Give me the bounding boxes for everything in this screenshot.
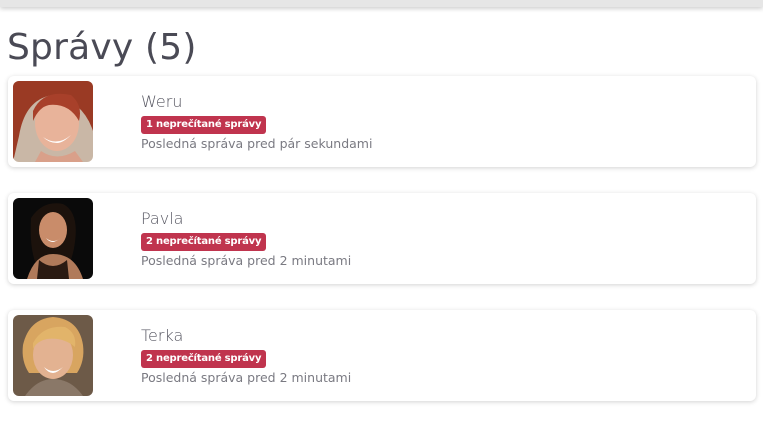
unread-badge: 1 neprečítané správy — [141, 116, 267, 134]
sender-name: Pavla — [141, 209, 184, 228]
unread-badge: 2 neprečítané správy — [141, 350, 267, 368]
woman-avatar-dark-hair-icon — [13, 198, 93, 279]
page-title: Správy (5) — [7, 27, 197, 68]
message-card[interactable]: Weru 1 neprečítané správy Posledná správ… — [8, 76, 756, 167]
top-bar — [0, 0, 763, 7]
last-message-time: Posledná správa pred 2 minutami — [141, 253, 352, 268]
sender-name: Terka — [141, 326, 184, 345]
woman-avatar-red-hair-icon — [13, 81, 93, 162]
sender-name: Weru — [141, 92, 183, 111]
avatar[interactable] — [13, 315, 93, 396]
message-list: Weru 1 neprečítané správy Posledná správ… — [8, 76, 756, 427]
message-card[interactable]: Terka 2 neprečítané správy Posledná sprá… — [8, 310, 756, 401]
unread-badge: 2 neprečítané správy — [141, 233, 267, 251]
last-message-time: Posledná správa pred pár sekundami — [141, 136, 373, 151]
woman-avatar-blonde-hair-icon — [13, 315, 93, 396]
avatar[interactable] — [13, 198, 93, 279]
message-card[interactable]: Pavla 2 neprečítané správy Posledná sprá… — [8, 193, 756, 284]
avatar[interactable] — [13, 81, 93, 162]
last-message-time: Posledná správa pred 2 minutami — [141, 370, 352, 385]
